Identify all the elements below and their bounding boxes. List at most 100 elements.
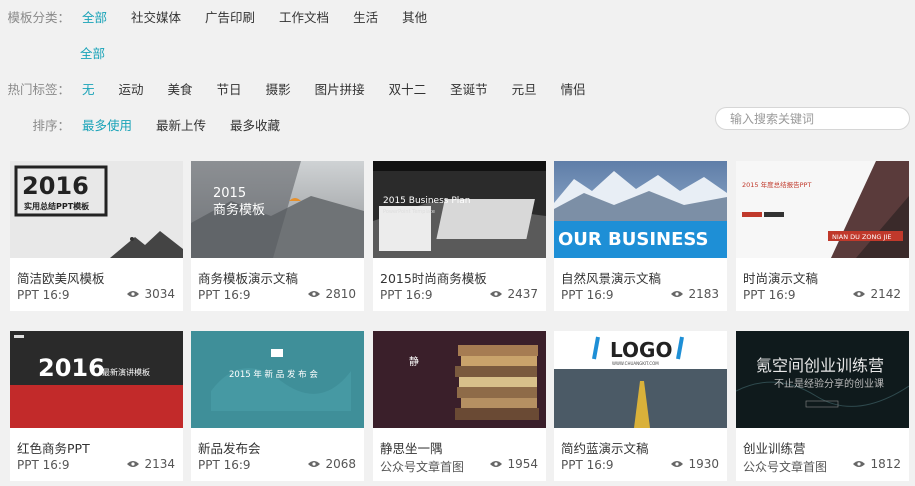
template-thumbnail[interactable]: 2015 商务模板 [191,161,364,258]
template-card[interactable]: 2015 Business Plan PowerPoint Template 2… [373,161,546,311]
card-type: PPT 16:9 [561,458,614,472]
template-thumbnail[interactable]: 氪空间创业训练营 不止是经验分享的创业课 [736,331,909,428]
card-views: 2134 [127,457,175,471]
thumb-title-text: 2015 年 新 品 发 布 会 [229,369,318,380]
card-views: 2437 [490,287,538,301]
sort-newest[interactable]: 最新上传 [156,115,206,134]
card-type: PPT 16:9 [17,288,70,302]
tag-collage[interactable]: 图片拼接 [315,79,365,98]
tag-photography[interactable]: 摄影 [266,79,291,98]
tag-food[interactable]: 美食 [168,79,193,98]
card-views: 2810 [308,287,356,301]
subcategory-all[interactable]: 全部 [80,43,105,62]
card-views: 1812 [853,457,901,471]
thumb-subtitle-text: 不止是经验分享的创业课 [774,377,884,390]
view-count: 2810 [325,287,356,301]
card-type: PPT 16:9 [561,288,614,302]
eye-icon [853,291,866,297]
category-life[interactable]: 生活 [353,7,378,26]
view-count: 2068 [325,457,356,471]
tag-christmas[interactable]: 圣诞节 [450,79,488,98]
thumb-year-text: 2016 [38,354,105,382]
tag-festival[interactable]: 节日 [217,79,242,98]
category-other[interactable]: 其他 [402,7,427,26]
card-type: PPT 16:9 [198,288,251,302]
card-type: 公众号文章首图 [380,460,465,474]
view-count: 3034 [144,287,175,301]
sort-most-favorited[interactable]: 最多收藏 [230,115,280,134]
thumb-title-text: OUR BUSINESS [558,229,709,250]
template-card[interactable]: 2015 商务模板 商务模板演示文稿 PPT 16:9 2810 [191,161,364,311]
sort-filter-label: 排序： [32,117,70,133]
tag-none[interactable]: 无 [82,79,95,98]
thumb-logo-text: LOGO [610,338,672,362]
category-social-media[interactable]: 社交媒体 [131,7,181,26]
eye-icon [490,461,503,467]
eye-icon [671,461,684,467]
card-title: 新品发布会 [198,441,261,456]
tag-filter-label: 热门标签： [7,81,70,97]
template-thumbnail[interactable]: OUR BUSINESS [554,161,727,258]
template-thumbnail[interactable]: 2016 实用总结PPT模板 [10,161,183,258]
thumb-title-text: 2015 年度总结报告PPT [742,180,811,189]
view-count: 2437 [507,287,538,301]
template-card[interactable]: 静 静思坐一隅 公众号文章首图 1954 [373,331,546,481]
thumb-subtitle-text: 实用总结PPT模板 [24,201,90,211]
thumb-subtitle-text: PowerPoint Template [383,209,435,215]
card-title: 时尚演示文稿 [743,271,819,286]
template-card[interactable]: 2016 实用总结PPT模板 简洁欧美风模板 PPT 16:9 3034 [10,161,183,311]
template-card[interactable]: LOGO WWW.CHUANGKIT.COM 简约蓝演示文稿 PPT 16:9 … [554,331,727,481]
template-thumbnail[interactable]: 2015 年 新 品 发 布 会 [191,331,364,428]
card-title: 简约蓝演示文稿 [561,441,649,456]
card-views: 1954 [490,457,538,471]
card-title: 自然风景演示文稿 [561,271,662,286]
template-card[interactable]: 2015 年度总结报告PPT NIAN DU ZONG JIE 时尚演示文稿 P… [736,161,909,311]
eye-icon [853,461,866,467]
tag-double-twelve[interactable]: 双十二 [389,79,427,98]
template-card[interactable]: OUR BUSINESS 自然风景演示文稿 PPT 16:9 2183 [554,161,727,311]
template-thumbnail[interactable]: 静 [373,331,546,428]
search-box [715,107,910,130]
card-title: 商务模板演示文稿 [198,271,299,286]
card-views: 2183 [671,287,719,301]
eye-icon [127,291,140,297]
view-count: 1812 [870,457,901,471]
template-card[interactable]: 2015 年 新 品 发 布 会 新品发布会 PPT 16:9 2068 [191,331,364,481]
tag-sports[interactable]: 运动 [119,79,144,98]
search-input[interactable] [716,108,909,129]
card-views: 2068 [308,457,356,471]
tag-filter: 热门标签： 无 运动 美食 节日 摄影 图片拼接 双十二 圣诞节 元旦 情侣 [0,78,610,98]
template-thumbnail[interactable]: 2015 年度总结报告PPT NIAN DU ZONG JIE [736,161,909,258]
card-title: 简洁欧美风模板 [17,271,105,286]
template-thumbnail[interactable]: 2016 最新演讲模板 [10,331,183,428]
eye-icon [671,291,684,297]
thumb-title-text: 氪空间创业训练营 [756,356,884,375]
tag-couple[interactable]: 情侣 [561,79,586,98]
card-title: 静思坐一隅 [380,441,443,456]
eye-icon [308,461,321,467]
category-filter: 模板分类： 全部 社交媒体 广告印刷 工作文档 生活 其他 [0,6,451,26]
template-thumbnail[interactable]: 2015 Business Plan PowerPoint Template [373,161,546,258]
thumb-subtitle-text: 商务模板 [213,202,265,218]
thumb-year-text: 2015 [213,186,246,201]
category-print-ads[interactable]: 广告印刷 [205,7,255,26]
view-count: 1930 [688,457,719,471]
eye-icon [490,291,503,297]
eye-icon [308,291,321,297]
template-thumbnail[interactable]: LOGO WWW.CHUANGKIT.COM [554,331,727,428]
card-views: 3034 [127,287,175,301]
view-count: 1954 [507,457,538,471]
tag-new-year[interactable]: 元旦 [512,79,537,98]
template-card[interactable]: 2016 最新演讲模板 红色商务PPT PPT 16:9 2134 [10,331,183,481]
card-type: PPT 16:9 [198,458,251,472]
eye-icon [127,461,140,467]
sort-most-used[interactable]: 最多使用 [82,115,132,134]
card-views: 2142 [853,287,901,301]
category-all[interactable]: 全部 [82,7,107,26]
card-views: 1930 [671,457,719,471]
category-work-docs[interactable]: 工作文档 [279,7,329,26]
card-type: PPT 16:9 [743,288,796,302]
template-card[interactable]: 氪空间创业训练营 不止是经验分享的创业课 创业训练营 公众号文章首图 1812 [736,331,909,481]
card-type: 公众号文章首图 [743,460,828,474]
view-count: 2183 [688,287,719,301]
